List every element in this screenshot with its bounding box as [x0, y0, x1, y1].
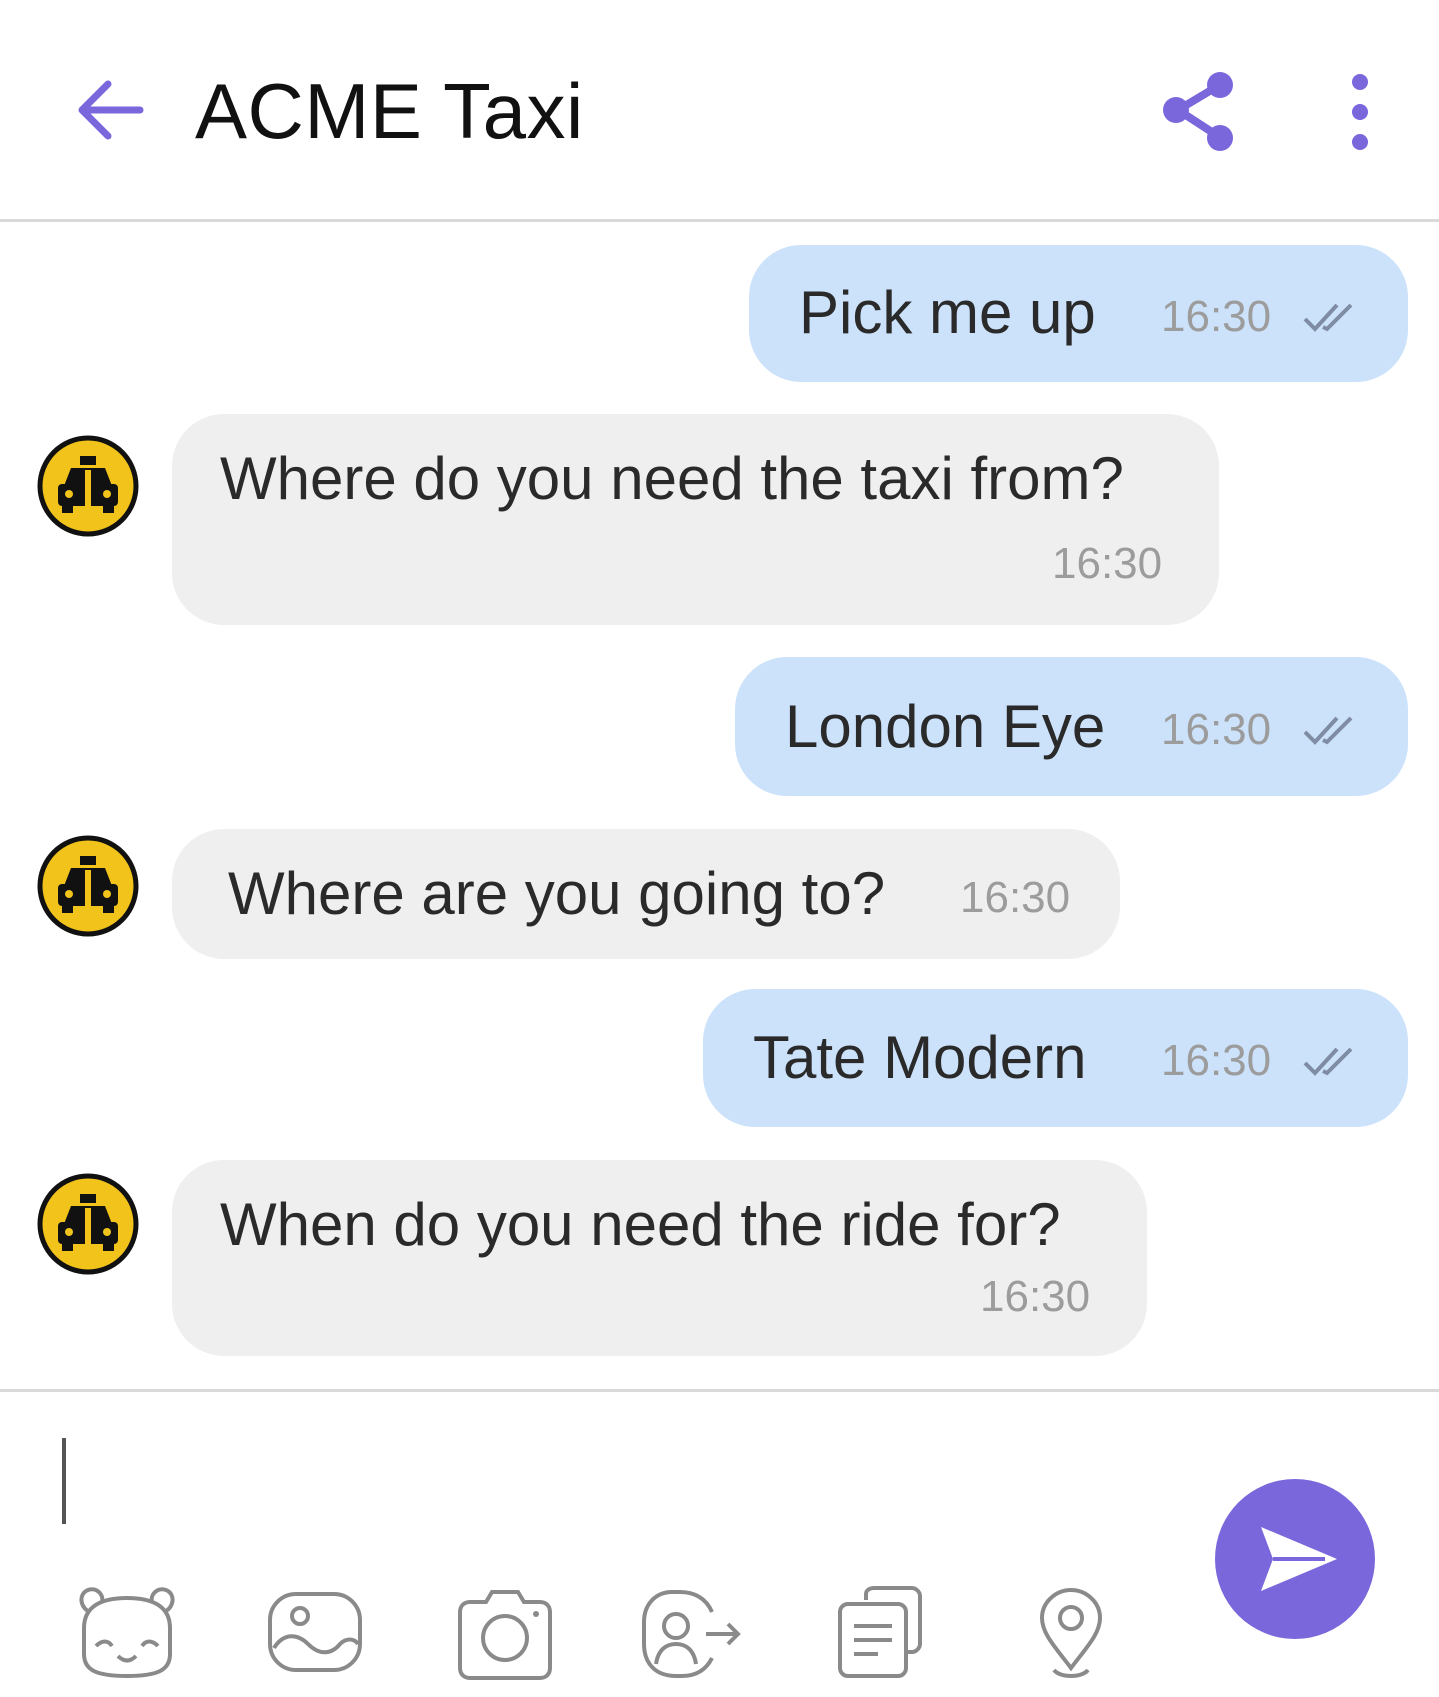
back-button[interactable]	[72, 70, 150, 148]
message-text: Tate Modern	[753, 1024, 1087, 1091]
sticker-icon	[79, 1587, 175, 1679]
taxi-icon	[37, 835, 139, 937]
bot-avatar[interactable]	[36, 434, 140, 538]
notes-button[interactable]	[826, 1582, 936, 1682]
outgoing-message[interactable]: Pick me up 16:30	[749, 245, 1408, 382]
message-input[interactable]	[40, 1420, 1180, 1544]
share-contact-icon	[642, 1590, 741, 1678]
sticker-button[interactable]	[72, 1582, 182, 1682]
message-text: London Eye	[785, 693, 1106, 760]
more-vertical-icon	[1352, 74, 1368, 150]
location-pin-icon	[1039, 1587, 1103, 1678]
composer-divider	[0, 1389, 1439, 1392]
text-cursor	[62, 1438, 66, 1524]
share-icon	[1163, 72, 1233, 151]
message-time: 16:30	[1161, 1036, 1272, 1085]
taxi-icon	[37, 1173, 139, 1275]
incoming-message[interactable]: When do you need the ride for? 16:30	[172, 1160, 1147, 1356]
message-text: Where are you going to?	[228, 860, 886, 927]
chat-header: ACME Taxi	[0, 0, 1439, 222]
location-button[interactable]	[1016, 1582, 1126, 1682]
camera-button[interactable]	[450, 1582, 560, 1682]
send-button[interactable]	[1215, 1479, 1375, 1639]
outgoing-message[interactable]: London Eye 16:30	[735, 657, 1408, 796]
taxi-icon	[37, 435, 139, 537]
gallery-icon	[268, 1592, 362, 1672]
incoming-message[interactable]: Where are you going to? 16:30	[172, 829, 1120, 959]
message-time: 16:30	[1052, 539, 1163, 588]
bot-avatar[interactable]	[36, 834, 140, 938]
chat-title: ACME Taxi	[195, 67, 584, 155]
share-contact-button[interactable]	[636, 1582, 746, 1682]
double-check-icon	[1303, 303, 1353, 332]
message-time: 16:30	[960, 873, 1071, 922]
arrow-left-icon	[78, 80, 144, 140]
more-options-button[interactable]	[1336, 70, 1384, 154]
send-icon	[1261, 1527, 1337, 1591]
message-text: Where do you need the taxi from?	[220, 445, 1124, 512]
double-check-icon	[1303, 716, 1353, 745]
outgoing-message[interactable]: Tate Modern 16:30	[703, 989, 1408, 1127]
camera-icon	[458, 1590, 552, 1680]
double-check-icon	[1303, 1047, 1353, 1076]
incoming-message[interactable]: Where do you need the taxi from? 16:30	[172, 414, 1219, 625]
bot-avatar[interactable]	[36, 1172, 140, 1276]
message-time: 16:30	[980, 1272, 1091, 1321]
share-button[interactable]	[1158, 70, 1242, 154]
message-text: Pick me up	[799, 279, 1096, 346]
gallery-button[interactable]	[262, 1582, 372, 1682]
message-time: 16:30	[1161, 292, 1272, 341]
chat-screen: ACME Taxi Pick me up 16:30 Where do you …	[0, 0, 1439, 1697]
notes-icon	[838, 1586, 922, 1678]
message-time: 16:30	[1161, 705, 1272, 754]
message-text: When do you need the ride for?	[220, 1191, 1061, 1258]
